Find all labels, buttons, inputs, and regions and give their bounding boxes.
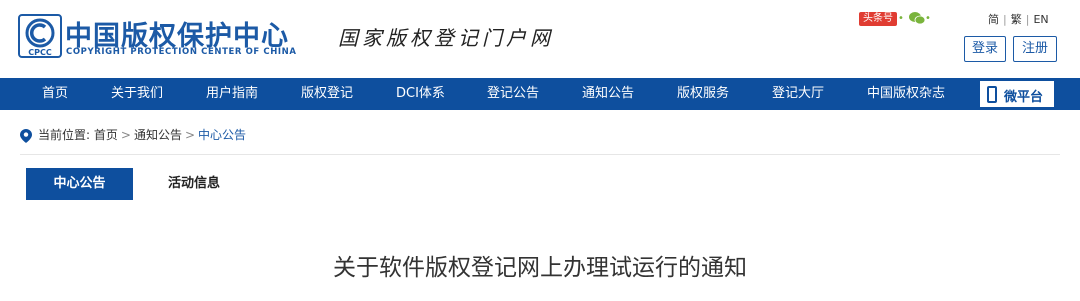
toutiao-icon[interactable]: 头条号 [859,12,897,26]
main-nav: 首页 关于我们 用户指南 版权登记 DCI体系 登记公告 通知公告 版权服务 登… [0,78,1080,110]
nav-item-guide[interactable]: 用户指南 [206,78,258,110]
login-button[interactable]: 登录 [964,36,1006,62]
nav-item-registration[interactable]: 版权登记 [301,78,353,110]
breadcrumb-current[interactable]: 中心公告 [198,128,246,142]
breadcrumb-home[interactable]: 首页 [94,128,118,142]
tab-center-notice[interactable]: 中心公告 [26,168,133,200]
nav-item-services[interactable]: 版权服务 [677,78,729,110]
phone-icon [987,86,997,103]
nav-item-reg-notice[interactable]: 登记公告 [487,78,539,110]
nav-item-about[interactable]: 关于我们 [111,78,163,110]
dropdown-dot-icon: • [898,13,904,24]
wechat-icon[interactable] [909,11,925,25]
nav-item-dci[interactable]: DCI体系 [396,78,445,110]
nav-item-magazine[interactable]: 中国版权杂志 [867,78,945,110]
breadcrumb-separator: > [120,128,131,142]
lang-english[interactable]: EN [1033,13,1048,26]
location-pin-icon [20,128,32,143]
lang-traditional[interactable]: 繁 [1011,13,1022,26]
nav-item-hall[interactable]: 登记大厅 [772,78,824,110]
article-title: 关于软件版权登记网上办理试运行的通知 [333,255,747,281]
lang-separator: | [1003,13,1007,26]
tab-activity-info[interactable]: 活动信息 [144,168,244,200]
breadcrumb: 当前位置: 首页 > 通知公告 > 中心公告 [20,126,246,144]
breadcrumb-notices[interactable]: 通知公告 [134,128,182,142]
dropdown-dot-icon: • [925,13,931,24]
nav-item-notices[interactable]: 通知公告 [582,78,634,110]
cpcc-logo-icon: CPCC [18,14,62,58]
breadcrumb-prefix: 当前位置: [38,128,91,142]
breadcrumb-separator: > [184,128,196,142]
site-logo[interactable]: CPCC 中国版权保护中心 COPYRIGHT PROTECTION CENTE… [18,14,308,60]
register-button[interactable]: 注册 [1013,36,1057,62]
site-slogan: 国家版权登记门户网 [338,26,554,50]
site-header: CPCC 中国版权保护中心 COPYRIGHT PROTECTION CENTE… [0,0,1080,78]
nav-item-home[interactable]: 首页 [42,78,68,110]
lang-simplified[interactable]: 简 [988,13,999,26]
svg-text:CPCC: CPCC [28,48,52,57]
logo-english-name: COPYRIGHT PROTECTION CENTER OF CHINA [66,47,297,57]
weiplatform-label: 微平台 [1004,90,1044,105]
breadcrumb-divider [20,154,1060,155]
lang-separator: | [1025,13,1030,26]
weiplatform-button[interactable]: 微平台 [979,80,1055,108]
language-switcher: 简 | 繁 | EN [988,11,1049,27]
